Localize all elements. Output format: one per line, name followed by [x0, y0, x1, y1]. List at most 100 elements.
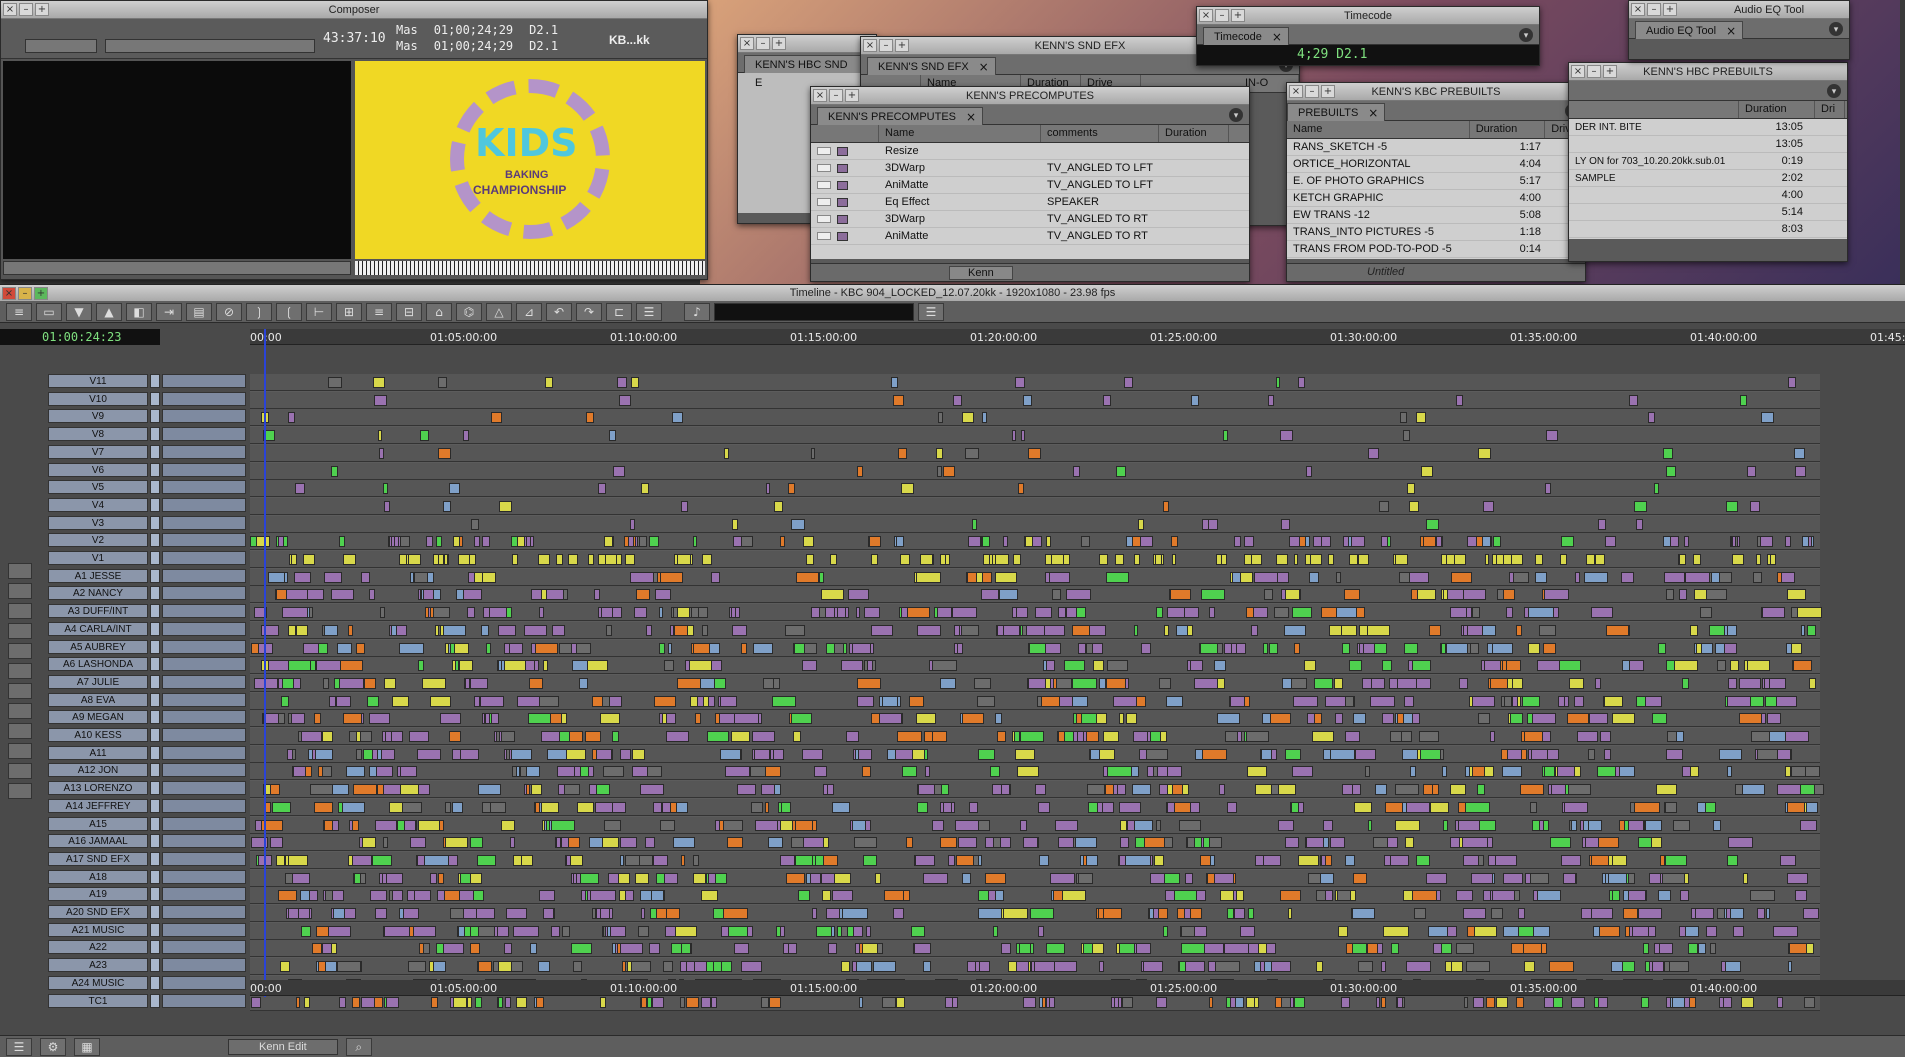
timeline-clip[interactable] [897, 731, 923, 742]
timeline-clip[interactable] [573, 961, 582, 973]
bin-menu-icon[interactable]: ▾ [1827, 84, 1841, 98]
timeline-clip[interactable] [992, 925, 999, 937]
timeline-clip[interactable] [1193, 837, 1202, 849]
timeline-clip[interactable] [1078, 872, 1094, 884]
timeline-clip[interactable] [425, 536, 434, 548]
timeline-clip[interactable] [1141, 642, 1151, 654]
timeline-clip[interactable] [917, 801, 928, 813]
timeline-clip[interactable] [1371, 677, 1385, 689]
timeline-ruler[interactable]: 00:0001:05:00:0001:10:00:0001:15:00:0001… [250, 329, 1905, 345]
timeline-clip[interactable] [1381, 660, 1393, 672]
timeline-clip[interactable] [1441, 642, 1447, 654]
timeline-clip[interactable] [481, 536, 490, 548]
timeline-clip[interactable] [648, 536, 659, 548]
timeline-clip[interactable] [1591, 854, 1610, 866]
track-monitor-icon[interactable] [150, 834, 160, 849]
timeline-clip[interactable] [432, 961, 447, 973]
timeline-clip[interactable] [968, 536, 981, 548]
timeline-clip[interactable] [449, 731, 462, 742]
track-controls[interactable] [162, 515, 246, 530]
timeline-clip[interactable] [1046, 536, 1051, 548]
timeline-clip[interactable] [696, 695, 705, 707]
timeline-clip[interactable] [1042, 624, 1065, 636]
timeline-clip[interactable] [1692, 554, 1701, 565]
timeline-clip[interactable] [1760, 713, 1767, 725]
timeline-clip[interactable] [543, 908, 555, 919]
timeline-clip[interactable] [569, 854, 583, 866]
timeline-bottom-ruler[interactable]: 00:00 01:05:00:00 01:10:00:00 01:15:00:00 01… [250, 980, 1905, 996]
record-position-bar[interactable] [355, 261, 705, 275]
timeline-clip[interactable] [302, 642, 319, 654]
grid-icon[interactable]: ▦ [74, 1037, 100, 1056]
collapse-icon[interactable]: ⊟ [396, 302, 422, 321]
timeline-clip[interactable] [1569, 677, 1584, 689]
sync-icon[interactable]: ⌬ [456, 302, 482, 321]
timeline-clip[interactable] [1280, 430, 1293, 442]
timeline-clip[interactable] [1180, 943, 1205, 955]
timeline-clip[interactable] [438, 377, 447, 388]
timeline-clip[interactable] [443, 943, 464, 955]
timeline-clip[interactable] [1706, 589, 1727, 601]
timeline-clip[interactable] [719, 748, 742, 760]
timeline-clip[interactable] [1340, 996, 1350, 1008]
segment-icon[interactable]: ◧ [126, 302, 152, 321]
timeline-clip[interactable] [1262, 642, 1269, 654]
timeline-clip[interactable] [1522, 943, 1542, 955]
timeline-clip[interactable] [1122, 996, 1133, 1008]
track-header[interactable]: V5 [48, 480, 246, 495]
track-monitor-icon[interactable] [150, 816, 160, 831]
timeline-clip[interactable] [528, 713, 552, 725]
timeline-clip[interactable] [330, 465, 339, 477]
timeline-clip[interactable] [1518, 908, 1526, 919]
timeline-clip[interactable] [761, 996, 769, 1008]
timeline-clip[interactable] [1281, 518, 1290, 530]
timeline-clip[interactable] [462, 908, 477, 919]
timeline-clip[interactable] [1313, 713, 1322, 725]
timeline-clip[interactable] [1133, 554, 1140, 565]
timeline-clip[interactable] [470, 943, 481, 955]
timeline-clip[interactable] [632, 748, 646, 760]
timeline-clip[interactable] [625, 854, 641, 866]
timeline-clip[interactable] [1604, 748, 1611, 760]
timeline-clip[interactable] [998, 589, 1019, 601]
timeline-clip[interactable] [1417, 589, 1436, 601]
track-lane[interactable] [250, 462, 1820, 480]
timeline-clip[interactable] [1381, 996, 1387, 1008]
timeline-clip[interactable] [616, 377, 628, 388]
timeline-clip[interactable] [1083, 943, 1093, 955]
timeline-clip[interactable] [1648, 925, 1657, 937]
timeline-clip[interactable] [1696, 642, 1702, 654]
timeline-clip[interactable] [1787, 377, 1797, 388]
track-controls[interactable] [162, 568, 246, 583]
col-name[interactable]: Name [1287, 121, 1470, 138]
timeline-clip[interactable] [510, 837, 516, 849]
timeline-clip[interactable] [723, 908, 749, 919]
timeline-clip[interactable] [1787, 872, 1809, 884]
timeline-clip[interactable] [535, 642, 558, 654]
timeline-clip[interactable] [1657, 890, 1671, 902]
timeline-clip[interactable] [1492, 890, 1515, 902]
timeline-clip[interactable] [1298, 377, 1305, 388]
close-icon[interactable]: × [813, 89, 827, 102]
grid-icon[interactable] [8, 743, 32, 759]
timeline-clip[interactable] [1385, 801, 1404, 813]
timeline-clip[interactable] [1012, 554, 1021, 565]
timeline-clip[interactable] [1478, 447, 1492, 459]
timeline-clip[interactable] [840, 961, 850, 973]
timeline-clip[interactable] [685, 961, 695, 973]
timeline-clip[interactable] [468, 554, 476, 565]
col-comments[interactable]: comments [1041, 125, 1159, 142]
timeline-clip[interactable] [339, 677, 365, 689]
timeline-clip[interactable] [265, 801, 271, 813]
timeline-clip[interactable] [707, 872, 716, 884]
timeline-clip[interactable] [1746, 660, 1771, 672]
timeline-clip[interactable] [1455, 394, 1464, 406]
timeline-clip[interactable] [1598, 996, 1608, 1008]
timeline-clip[interactable] [1788, 943, 1808, 955]
timeline-clip[interactable] [584, 731, 602, 742]
flag-icon[interactable] [8, 643, 32, 659]
timeline-clip[interactable] [1430, 801, 1450, 813]
menu-icon[interactable]: ☰ [6, 1037, 32, 1056]
bin-row[interactable]: 8:03 [1569, 221, 1847, 238]
timeline-clip[interactable] [1200, 642, 1218, 654]
